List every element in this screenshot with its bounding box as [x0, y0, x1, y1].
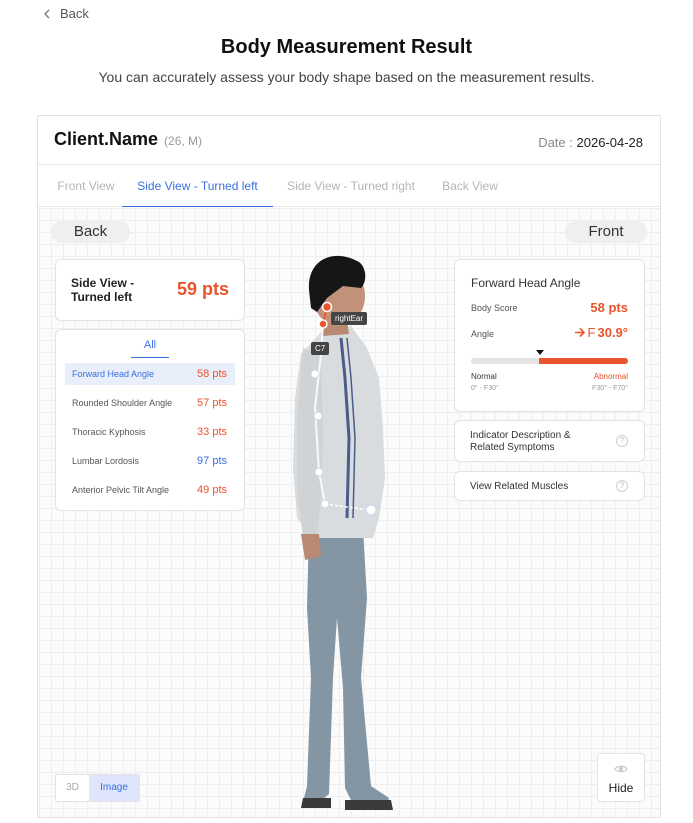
angle-direction: F	[587, 325, 596, 340]
angle-label: Angle	[471, 329, 495, 339]
view-mode-toggle: 3D Image	[55, 774, 140, 802]
scale-normal-label: Normal	[471, 372, 497, 381]
back-view-button[interactable]: Back	[51, 221, 130, 243]
list-item-value: 97 pts	[197, 455, 227, 467]
date-row: Date : 2026-04-28	[538, 135, 643, 150]
back-link[interactable]: Back	[42, 6, 89, 21]
score-card-value: 59 pts	[176, 279, 229, 299]
client-name: Client.Name	[54, 129, 159, 149]
score-card: Side View - Turned left 59 pts	[55, 259, 245, 321]
scale-abnormal-fill	[538, 358, 628, 364]
toggle-image[interactable]: Image	[89, 775, 139, 801]
indicator-description-button[interactable]: Indicator Description & Related Symptoms…	[454, 420, 645, 462]
angle-value-row: F 30.9°	[574, 325, 628, 340]
scale-bar	[471, 358, 628, 364]
date-value: 2026-04-28	[576, 135, 644, 150]
eye-icon	[614, 765, 628, 773]
right-ear-tag: rightEar	[331, 312, 368, 325]
angle-value: 30.9°	[597, 325, 628, 340]
tab-all[interactable]: All	[131, 339, 169, 358]
list-item-label: Forward Head Angle	[72, 369, 155, 379]
indicator-detail-panel: Forward Head Angle Body Score 58 pts Ang…	[454, 259, 645, 412]
list-item[interactable]: Lumbar Lordosis 97 pts	[65, 450, 235, 472]
list-item[interactable]: Forward Head Angle 58 pts	[65, 363, 235, 385]
page-subtitle: You can accurately assess your body shap…	[98, 69, 595, 85]
scale-marker	[536, 350, 545, 355]
indicator-description-label: Indicator Description & Related Symptoms	[470, 430, 571, 453]
scale-normal-range: 0° - F30°	[471, 385, 499, 392]
list-item[interactable]: Rounded Shoulder Angle 57 pts	[65, 392, 235, 414]
page-title: Body Measurement Result	[220, 36, 473, 58]
list-item-value: 49 pts	[197, 484, 227, 496]
detail-title: Forward Head Angle	[471, 276, 581, 290]
toggle-3d[interactable]: 3D	[56, 775, 89, 801]
scale-abnormal-label: Abnormal	[593, 372, 628, 381]
list-item-label: Rounded Shoulder Angle	[72, 398, 173, 408]
score-card-label: Side View - Turned left	[71, 276, 135, 304]
back-link-label: Back	[60, 6, 89, 21]
body-figure: rightEar C7	[287, 238, 397, 817]
tab-front-view[interactable]: Front View	[50, 165, 122, 207]
chevron-left-icon	[44, 9, 50, 18]
result-card: Client.Name (26, M) Date : 2026-04-28 Fro…	[37, 115, 661, 818]
tab-back-view[interactable]: Back View	[435, 165, 505, 207]
list-item-value: 33 pts	[197, 426, 227, 438]
related-muscles-label: View Related Muscles	[470, 481, 569, 492]
related-muscles-button[interactable]: View Related Muscles ?	[454, 471, 645, 501]
body-score-label: Body Score	[471, 303, 518, 313]
indicator-list: All Forward Head Angle 58 pts Rounded Sh…	[55, 329, 245, 511]
list-item-label: Anterior Pelvic Tilt Angle	[72, 485, 170, 495]
tab-side-view-right[interactable]: Side View - Turned right	[282, 165, 420, 207]
list-item-value: 57 pts	[197, 397, 227, 409]
measurement-stage: rightEar C7 Back Front Side View - Turne…	[39, 208, 660, 817]
view-tabs: Front View Side View - Turned left Side …	[38, 164, 660, 207]
scale-abnormal-range: F30° - F70°	[592, 385, 628, 392]
tab-side-view-left[interactable]: Side View - Turned left	[122, 165, 273, 207]
list-item[interactable]: Thoracic Kyphosis 33 pts	[65, 421, 235, 443]
client-name-row: Client.Name (26, M)	[54, 129, 202, 150]
list-item-label: Thoracic Kyphosis	[72, 427, 146, 437]
arrow-right-icon	[574, 327, 585, 338]
list-item[interactable]: Anterior Pelvic Tilt Angle 49 pts	[65, 479, 235, 501]
question-icon: ?	[616, 480, 628, 492]
front-view-button[interactable]: Front	[565, 221, 647, 243]
hide-button[interactable]: Hide	[597, 753, 645, 802]
question-icon: ?	[616, 435, 628, 447]
c7-tag: C7	[311, 342, 330, 355]
date-label: Date :	[538, 135, 573, 150]
list-item-label: Lumbar Lordosis	[72, 456, 140, 466]
list-item-value: 58 pts	[197, 368, 227, 380]
body-score-value: 58 pts	[590, 300, 628, 315]
hide-label: Hide	[608, 781, 634, 795]
client-meta: (26, M)	[164, 134, 203, 148]
